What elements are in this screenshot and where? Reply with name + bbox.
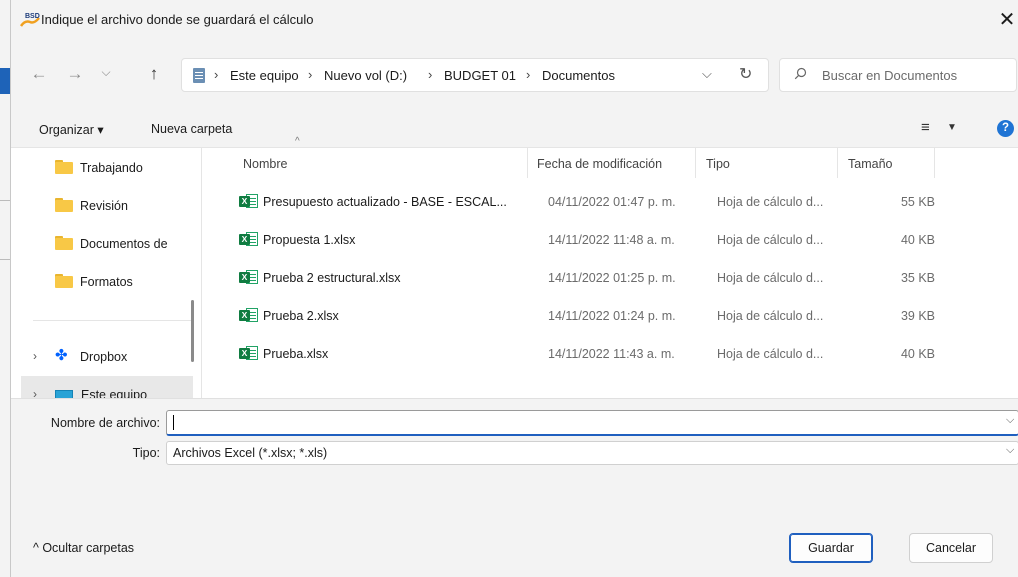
file-date: 14/11/2022 11:43 a. m. [548,347,675,361]
sidebar-item-label: Formatos [80,275,133,289]
address-dropdown-icon[interactable]: ⌵ [702,66,712,82]
file-date: 14/11/2022 01:25 p. m. [548,271,676,285]
file-date: 14/11/2022 11:48 a. m. [548,233,675,247]
filename-label: Nombre de archivo: [50,416,160,430]
breadcrumb-drive[interactable]: Nuevo vol (D:) [324,68,407,83]
window-title: Indique el archivo donde se guardará el … [41,12,314,27]
file-row[interactable]: X Presupuesto actualizado - BASE - ESCAL… [202,187,1018,217]
column-header-name[interactable]: Nombre [243,157,287,171]
dropbox-icon: ✤ [55,347,68,364]
up-folder-icon[interactable]: ↑ [142,62,166,86]
file-row[interactable]: X Propuesta 1.xlsx 14/11/2022 11:48 a. m… [202,225,1018,255]
breadcrumb-separator: › [428,67,433,82]
file-row[interactable]: X Prueba 2.xlsx 14/11/2022 01:24 p. m. H… [202,301,1018,331]
new-folder-button[interactable]: Nueva carpeta [151,122,232,136]
sidebar-scrollbar[interactable] [191,300,194,362]
app-icon-text: BSD [25,13,40,20]
excel-file-icon: X [239,231,258,247]
file-type: Hoja de cálculo d... [717,309,824,323]
file-row[interactable]: X Prueba.xlsx 14/11/2022 11:43 a. m. Hoj… [202,339,1018,369]
refresh-icon[interactable]: ↻ [739,64,752,84]
column-divider[interactable] [934,148,935,178]
search-placeholder: Buscar en Documentos [822,68,958,83]
file-row[interactable]: X Prueba 2 estructural.xlsx 14/11/2022 0… [202,263,1018,293]
file-type: Hoja de cálculo d... [717,233,824,247]
breadcrumb-separator: › [214,67,219,82]
file-size: 55 KB [900,195,935,209]
expand-dropbox-icon[interactable]: › [33,349,37,363]
file-size: 35 KB [900,271,935,285]
sidebar-item-label: Dropbox [80,350,128,364]
sidebar-divider [33,320,193,321]
save-button[interactable]: Guardar [789,533,873,563]
organize-button[interactable]: Organizar ▾ [39,122,104,137]
filetype-dropdown-icon[interactable]: ⌵ [1006,444,1014,457]
sidebar-item-label: Revisión [80,199,128,213]
file-name: Prueba 2 estructural.xlsx [263,271,401,285]
file-size: 39 KB [900,309,935,323]
folder-icon [55,198,73,212]
breadcrumb-budget[interactable]: BUDGET 01 [444,68,516,83]
column-header-type[interactable]: Tipo [706,157,730,171]
app-icon: BSD [19,13,40,27]
filename-dropdown-icon[interactable]: ⌵ [1006,414,1014,427]
folder-icon [55,274,73,288]
column-header-date[interactable]: Fecha de modificación [537,157,662,171]
filename-input[interactable] [166,410,1018,436]
breadcrumb-separator: › [526,67,531,82]
cancel-button[interactable]: Cancelar [909,533,993,563]
excel-file-icon: X [239,307,258,323]
background-app-panel [0,200,10,260]
sort-ascending-icon: ^ [295,136,300,147]
breadcrumb-separator: › [308,67,313,82]
search-box[interactable]: Buscar en Documentos [779,58,1017,92]
file-size: 40 KB [900,347,935,361]
breadcrumb-this-pc[interactable]: Este equipo [230,68,299,83]
folder-icon [55,160,73,174]
help-icon[interactable]: ? [997,120,1014,137]
file-size: 40 KB [900,233,935,247]
folder-icon [55,236,73,250]
view-options-icon[interactable]: ≡ [921,119,930,136]
column-divider[interactable] [527,148,528,178]
filetype-select[interactable]: Archivos Excel (*.xlsx; *.xls) [166,441,1018,465]
file-type: Hoja de cálculo d... [717,271,824,285]
file-date: 04/11/2022 01:47 p. m. [548,195,676,209]
file-name: Prueba 2.xlsx [263,309,339,323]
column-divider[interactable] [695,148,696,178]
file-name: Prueba.xlsx [263,347,329,361]
save-dialog: BSD Indique el archivo donde se guardará… [10,0,1018,577]
filetype-value: Archivos Excel (*.xlsx; *.xls) [173,446,328,460]
column-divider[interactable] [837,148,838,178]
file-date: 14/11/2022 01:24 p. m. [548,309,676,323]
background-app-accent-strip [0,68,10,94]
search-icon [794,67,807,80]
file-name: Presupuesto actualizado - BASE - ESCAL..… [263,195,507,209]
view-options-caret-icon[interactable]: ▼ [947,122,957,133]
close-icon[interactable]: ✕ [995,6,1018,34]
recent-locations-icon[interactable]: ⌵ [94,60,118,84]
excel-file-icon: X [239,345,258,361]
file-type: Hoja de cálculo d... [717,347,824,361]
hide-folders-toggle[interactable]: ^ Ocultar carpetas [33,541,134,555]
excel-file-icon: X [239,269,258,285]
documents-location-icon [193,68,205,83]
file-type: Hoja de cálculo d... [717,195,824,209]
file-name: Propuesta 1.xlsx [263,233,356,247]
sidebar-item-label: Documentos de [80,237,168,251]
address-bar[interactable]: › Este equipo › Nuevo vol (D:) › BUDGET … [181,58,769,92]
sidebar-item-label: Trabajando [80,161,143,175]
text-caret [173,415,174,430]
sidebar-item-label: Este equipo [81,388,148,398]
forward-icon[interactable]: → [63,62,87,86]
back-icon[interactable]: ← [27,62,51,86]
breadcrumb-documents[interactable]: Documentos [542,68,615,83]
filetype-label: Tipo: [132,446,160,460]
column-header-size[interactable]: Tamaño [848,157,892,171]
excel-file-icon: X [239,193,258,209]
